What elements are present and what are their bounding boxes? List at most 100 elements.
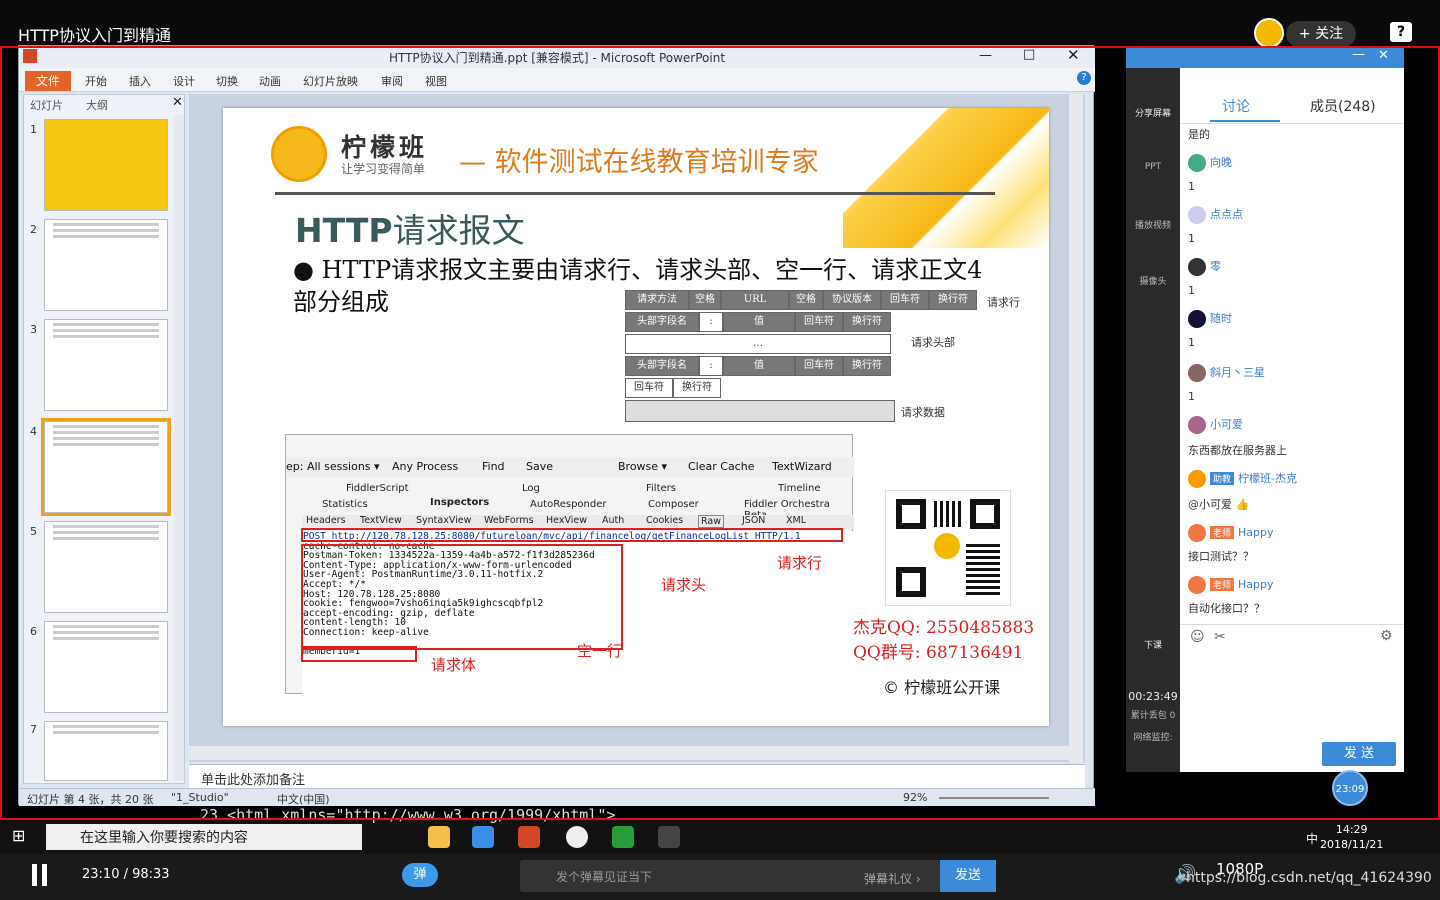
tab-outline[interactable]: 大纲 xyxy=(86,97,108,113)
taskbar-search[interactable]: 在这里输入你要搜索的内容 xyxy=(46,824,362,850)
slide-h-scrollbar[interactable] xyxy=(189,746,1069,760)
danmu-send-button[interactable]: 发送 xyxy=(940,860,996,892)
label-request-header: 请求头 xyxy=(661,576,707,594)
close-icon[interactable]: ✕ xyxy=(1067,46,1080,64)
slides-scrollbar[interactable] xyxy=(174,115,184,781)
streamer-avatar[interactable] xyxy=(1254,18,1284,48)
notes-pane[interactable]: 单击此处添加备注 xyxy=(189,764,1085,788)
row-label: 请求数据 xyxy=(901,406,945,419)
cell: 回车符 xyxy=(625,378,673,398)
folder-icon[interactable] xyxy=(428,826,450,848)
tab-design[interactable]: 设计 xyxy=(173,73,195,89)
decorative-tiles xyxy=(843,108,1049,248)
green-app-icon[interactable] xyxy=(612,826,634,848)
fiddler-tab: JSON xyxy=(742,515,766,526)
slide-scrollbar[interactable] xyxy=(1069,94,1083,762)
slide-thumb-1[interactable] xyxy=(44,119,168,211)
cell: URL xyxy=(721,290,789,310)
slides-pane: 幻灯片 大纲 ✕ 1 2 3 4 5 6 7 xyxy=(23,94,185,784)
tab-home[interactable]: 开始 xyxy=(85,73,107,89)
message-user: 零 xyxy=(1210,260,1221,273)
slide-thumb-6[interactable] xyxy=(44,621,168,713)
play-video-button[interactable]: 播放视频 xyxy=(1126,218,1180,231)
close-pane-icon[interactable]: ✕ xyxy=(172,95,183,110)
title-en: HTTP xyxy=(295,211,393,250)
chat-input[interactable] xyxy=(1180,652,1404,738)
tab-animations[interactable]: 动画 xyxy=(259,73,281,89)
divider xyxy=(275,192,995,195)
cell: 回车符 xyxy=(795,356,843,376)
close-chat-icon[interactable]: ✕ xyxy=(1378,48,1389,63)
tab-slideshow[interactable]: 幻灯片放映 xyxy=(303,73,358,89)
message-user: 小可爱 xyxy=(1210,418,1243,431)
contact-qq: 杰克QQ: 2550485883 xyxy=(853,618,1035,638)
pause-icon[interactable] xyxy=(30,864,50,886)
avatar xyxy=(1188,470,1206,488)
message-text: 1 xyxy=(1188,284,1195,297)
tab-discuss[interactable]: 讨论 xyxy=(1222,96,1250,116)
message-text: 自动化接口？？ xyxy=(1188,602,1265,615)
tab-insert[interactable]: 插入 xyxy=(129,73,151,89)
settings-icon[interactable]: ⚙ xyxy=(1380,628,1393,644)
help-icon[interactable]: ? xyxy=(1390,22,1412,42)
slide-thumb-3[interactable] xyxy=(44,319,168,411)
fiddler-tab: WebForms xyxy=(484,515,534,526)
windows-start-icon[interactable]: ⊞ xyxy=(12,826,25,845)
row-label: 请求头部 xyxy=(911,336,955,349)
slide-thumb-4[interactable] xyxy=(41,418,171,516)
tab-members[interactable]: 成员(248) xyxy=(1310,96,1376,116)
resolution-selector[interactable]: 1080P xyxy=(1216,860,1263,878)
fiddler-tool: ep: All sessions ▾ xyxy=(286,460,380,473)
fiddler-tab: SyntaxView xyxy=(416,515,472,526)
maximize-icon[interactable]: □ xyxy=(1023,47,1035,62)
clock-date: 2018/11/21 xyxy=(1320,838,1384,851)
minimize-chat-icon[interactable]: — xyxy=(1352,47,1365,62)
powerpoint-window: HTTP协议入门到精通.ppt [兼容模式] - Microsoft Power… xyxy=(18,45,1095,806)
danmu-toggle[interactable]: 弹 xyxy=(402,863,438,887)
minimize-icon[interactable]: — xyxy=(979,48,992,63)
danmu-etiquette[interactable]: 弹幕礼仪 › xyxy=(864,870,921,887)
message-text: 1 xyxy=(1188,180,1195,193)
avatar xyxy=(1188,416,1206,434)
share-screen-button[interactable]: 分享屏幕 xyxy=(1126,106,1180,119)
tab-view[interactable]: 视图 xyxy=(425,73,447,89)
message-user: 随时 xyxy=(1210,312,1232,325)
taskbar-clock: 14:29 2018/11/21 xyxy=(1320,822,1383,852)
file-tab[interactable]: 文件 xyxy=(25,71,71,91)
fiddler-tab: Composer xyxy=(648,499,699,510)
status-zoom: 92% xyxy=(903,791,928,804)
slide-thumb-2[interactable] xyxy=(44,219,168,311)
help-circle-icon[interactable]: ? xyxy=(1077,71,1091,85)
cell: 值 xyxy=(723,312,795,332)
emoji-icon[interactable]: ☺ xyxy=(1190,629,1205,645)
message-text: 1 xyxy=(1188,232,1195,245)
slide-thumb-7[interactable] xyxy=(44,721,168,781)
message-text: 接口测试？？ xyxy=(1188,550,1254,563)
video-title: HTTP协议入门到精通 xyxy=(18,26,171,45)
thumb-number: 2 xyxy=(30,223,37,236)
scissors-icon[interactable]: ✂ xyxy=(1214,629,1226,645)
end-class-button[interactable]: 下课 xyxy=(1126,638,1180,651)
slide-thumb-5[interactable] xyxy=(44,521,168,613)
app-icon[interactable] xyxy=(472,826,494,848)
fiddler-tab: Raw xyxy=(698,515,724,528)
row-label: 请求行 xyxy=(987,296,1020,309)
sublime-icon[interactable] xyxy=(658,826,680,848)
active-tab-indicator xyxy=(1210,120,1280,122)
cell: 换行符 xyxy=(843,356,891,376)
camera-button[interactable]: 摄像头 xyxy=(1126,274,1180,287)
chrome-icon[interactable] xyxy=(566,826,588,848)
zoom-slider[interactable] xyxy=(939,797,1049,799)
fiddler-tab: AutoResponder xyxy=(530,499,607,510)
tab-review[interactable]: 审阅 xyxy=(381,73,403,89)
avatar xyxy=(1188,524,1206,542)
ppt-button[interactable]: PPT xyxy=(1126,162,1180,172)
role-badge: 助教 xyxy=(1210,472,1235,485)
powerpoint-icon[interactable] xyxy=(518,826,540,848)
send-button[interactable]: 发 送 xyxy=(1322,742,1396,766)
tab-slides[interactable]: 幻灯片 xyxy=(30,97,63,113)
chat-messages: 是的 向晚 1 点点点 1 零 1 随时 1 斜月丶三星 1 小可爱 东西都放在… xyxy=(1180,124,1394,624)
follow-button[interactable]: + 关注 xyxy=(1286,21,1356,47)
ime-indicator[interactable]: 中 xyxy=(1306,830,1318,847)
tab-transitions[interactable]: 切换 xyxy=(216,73,238,89)
